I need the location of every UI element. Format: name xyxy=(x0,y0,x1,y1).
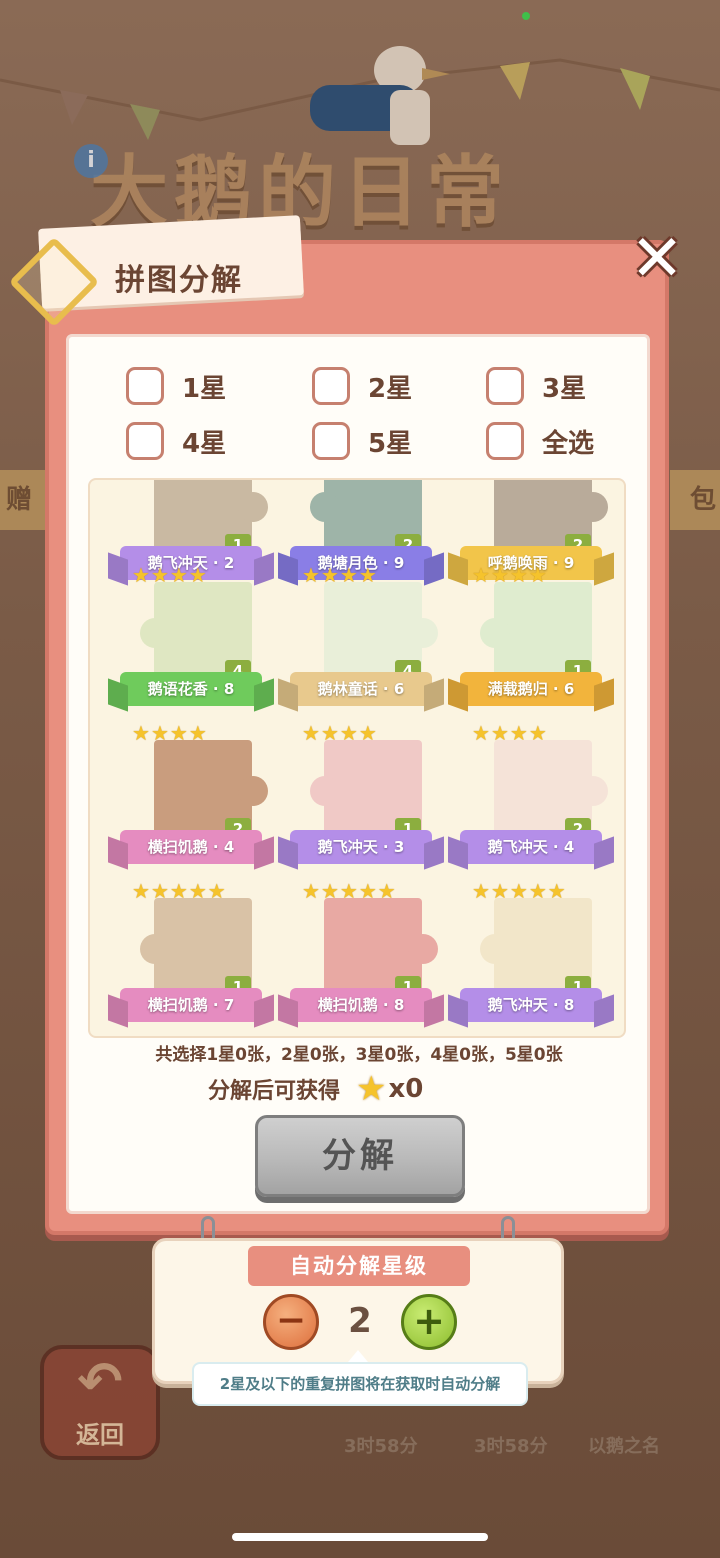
auto-decompose-hint: 2星及以下的重复拼图将在获取时自动分解 xyxy=(192,1362,528,1406)
puzzle-card[interactable]: ★ ★ ★ ★ ★ 1 横扫饥鹅 · 8 xyxy=(276,880,446,1036)
camera-indicator-icon xyxy=(522,12,530,20)
timer-label-2: 3时58分 xyxy=(474,1436,548,1457)
selection-summary: 共选择1星0张，2星0张，3星0张，4星0张，5星0张 xyxy=(155,1045,563,1065)
filter-2-star[interactable]: 2星 xyxy=(312,367,412,405)
puzzle-grid: 1 鹅飞冲天 · 2 2 鹅塘月色 · 9 2 呼鹅唤雨 · 9 ★ ★ ★ ★ 4 鹅语花香 · 8… xyxy=(88,478,626,1038)
filter-label: 3星 xyxy=(542,373,587,404)
puzzle-name-ribbon: 横扫饥鹅 · 7 xyxy=(120,988,262,1022)
puzzle-card[interactable]: ★ ★ ★ ★ 1 满载鹅归 · 6 xyxy=(446,564,616,720)
increase-level-button[interactable]: + xyxy=(401,1294,457,1350)
puzzle-name-ribbon: 横扫饥鹅 · 8 xyxy=(290,988,432,1022)
puzzle-name-ribbon: 鹅林童话 · 6 xyxy=(290,672,432,706)
star-icon: ★ xyxy=(472,563,490,587)
puzzle-tab-icon xyxy=(578,776,608,806)
star-icon: ★ xyxy=(132,563,150,587)
info-icon[interactable]: i xyxy=(74,144,108,178)
puzzle-tab-icon xyxy=(408,934,438,964)
gain-label: 分解后可获得 xyxy=(208,1079,341,1104)
filter-label: 全选 xyxy=(542,428,595,459)
star-icon: ★ xyxy=(472,879,490,903)
puzzle-tab-icon xyxy=(480,618,510,648)
filter-label: 4星 xyxy=(182,428,227,459)
filter-4-star[interactable]: 4星 xyxy=(126,422,226,460)
puzzle-tab-icon xyxy=(238,776,268,806)
star-icon: ★ xyxy=(302,879,320,903)
back-label: 返回 xyxy=(76,1421,124,1449)
puzzle-name-ribbon: 鹅飞冲天 · 4 xyxy=(460,830,602,864)
filter-label: 5星 xyxy=(368,428,413,459)
puzzle-name-ribbon: 满载鹅归 · 6 xyxy=(460,672,602,706)
puzzle-card[interactable]: ★ ★ ★ ★ 4 鹅语花香 · 8 xyxy=(106,564,276,720)
auto-decompose-title: 自动分解星级 xyxy=(248,1246,470,1286)
puzzle-card[interactable]: ★ ★ ★ ★ 1 鹅飞冲天 · 3 xyxy=(276,722,446,878)
puzzle-card[interactable]: ★ ★ ★ ★ 4 鹅林童话 · 6 xyxy=(276,564,446,720)
star-icon: ★ xyxy=(132,879,150,903)
home-indicator[interactable] xyxy=(232,1533,488,1541)
timer-label-1: 3时58分 xyxy=(344,1436,418,1457)
checkbox-icon[interactable] xyxy=(312,367,350,405)
filter-select-all[interactable]: 全选 xyxy=(486,422,594,460)
back-arrow-icon: ↶ xyxy=(77,1350,123,1413)
filter-5-star[interactable]: 5星 xyxy=(312,422,412,460)
hint-caret xyxy=(348,1350,368,1362)
side-tab-left: 赠 xyxy=(0,470,50,530)
checkbox-icon[interactable] xyxy=(126,422,164,460)
puzzle-tab-icon xyxy=(480,934,510,964)
back-button: ↶ 返回 xyxy=(40,1345,160,1460)
star-icon: ★ xyxy=(356,1069,387,1109)
puzzle-name-ribbon: 横扫饥鹅 · 4 xyxy=(120,830,262,864)
filter-label: 2星 xyxy=(368,373,413,404)
puzzle-tab-icon xyxy=(408,618,438,648)
puzzle-card[interactable]: ★ ★ ★ ★ 2 横扫饥鹅 · 4 xyxy=(106,722,276,878)
filter-label: 1星 xyxy=(182,373,227,404)
checkbox-icon[interactable] xyxy=(486,422,524,460)
close-button[interactable]: ✕ xyxy=(628,227,686,291)
auto-decompose-level: 2 xyxy=(348,1301,372,1341)
star-icon: ★ xyxy=(302,721,320,745)
decompose-button[interactable]: 分解 xyxy=(255,1115,465,1197)
puzzle-name-ribbon: 鹅飞冲天 · 8 xyxy=(460,988,602,1022)
puzzle-tab-icon xyxy=(310,492,340,522)
gain-row: 分解后可获得 ★ x0 xyxy=(208,1069,424,1109)
puzzle-card[interactable]: ★ ★ ★ ★ ★ 1 鹅飞冲天 · 8 xyxy=(446,880,616,1036)
gain-value: x0 xyxy=(388,1074,424,1104)
checkbox-icon[interactable] xyxy=(486,367,524,405)
puzzle-card[interactable]: ★ ★ ★ ★ 2 鹅飞冲天 · 4 xyxy=(446,722,616,878)
bottom-name-label: 以鹅之名 xyxy=(588,1436,660,1457)
puzzle-tab-icon xyxy=(578,492,608,522)
puzzle-card[interactable]: ★ ★ ★ ★ ★ 1 横扫饥鹅 · 7 xyxy=(106,880,276,1036)
filter-1-star[interactable]: 1星 xyxy=(126,367,226,405)
star-icon: ★ xyxy=(472,721,490,745)
checkbox-icon[interactable] xyxy=(126,367,164,405)
star-icon: ★ xyxy=(132,721,150,745)
filter-3-star[interactable]: 3星 xyxy=(486,367,586,405)
puzzle-tab-icon xyxy=(140,934,170,964)
checkbox-icon[interactable] xyxy=(312,422,350,460)
star-icon: ★ xyxy=(302,563,320,587)
decrease-level-button[interactable]: − xyxy=(263,1294,319,1350)
puzzle-tab-icon xyxy=(140,618,170,648)
puzzle-name-ribbon: 鹅飞冲天 · 3 xyxy=(290,830,432,864)
puzzle-tab-icon xyxy=(310,776,340,806)
puzzle-tab-icon xyxy=(238,492,268,522)
puzzle-name-ribbon: 鹅语花香 · 8 xyxy=(120,672,262,706)
side-tab-right: 包 xyxy=(670,470,720,530)
dialog-title: 拼图分解 xyxy=(115,263,243,298)
